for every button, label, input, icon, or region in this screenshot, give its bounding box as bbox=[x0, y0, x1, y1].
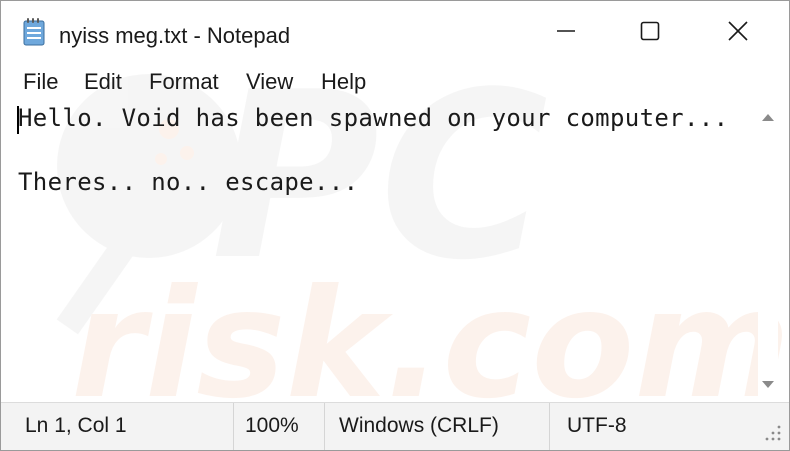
status-zoom: 100% bbox=[245, 414, 299, 437]
title-bar: nyiss meg.txt - Notepad bbox=[1, 1, 789, 61]
window-title: nyiss meg.txt - Notepad bbox=[59, 23, 291, 48]
minimize-icon bbox=[557, 30, 575, 32]
menu-view[interactable]: View bbox=[246, 69, 293, 95]
text-editor[interactable]: Hello. Void has been spawned on your com… bbox=[8, 99, 758, 401]
notepad-window: PC risk.com nyiss meg.txt - Notepad File… bbox=[0, 0, 790, 451]
scroll-down-icon[interactable] bbox=[762, 381, 774, 388]
maximize-icon bbox=[640, 21, 660, 41]
menu-help[interactable]: Help bbox=[321, 69, 366, 95]
menu-file[interactable]: File bbox=[23, 69, 58, 95]
vertical-scrollbar[interactable] bbox=[758, 99, 778, 401]
status-divider bbox=[233, 403, 234, 450]
minimize-button[interactable] bbox=[521, 1, 611, 61]
status-line-ending: Windows (CRLF) bbox=[339, 414, 499, 437]
status-bar: Ln 1, Col 1 100% Windows (CRLF) UTF-8 bbox=[1, 402, 789, 450]
status-divider bbox=[549, 403, 550, 450]
status-divider bbox=[324, 403, 325, 450]
resize-grip-icon[interactable] bbox=[761, 421, 783, 443]
document-line: Hello. Void has been spawned on your com… bbox=[18, 104, 729, 132]
menu-format[interactable]: Format bbox=[149, 69, 219, 95]
scroll-up-icon[interactable] bbox=[762, 114, 774, 121]
close-button[interactable] bbox=[693, 1, 783, 61]
status-position: Ln 1, Col 1 bbox=[25, 414, 127, 437]
menu-edit[interactable]: Edit bbox=[84, 69, 122, 95]
maximize-button[interactable] bbox=[605, 1, 695, 61]
document-line: Theres.. no.. escape... bbox=[18, 168, 359, 196]
status-encoding: UTF-8 bbox=[567, 414, 627, 437]
menu-bar: File Edit Format View Help bbox=[1, 63, 789, 101]
close-icon bbox=[728, 21, 748, 41]
notepad-icon bbox=[23, 18, 45, 46]
